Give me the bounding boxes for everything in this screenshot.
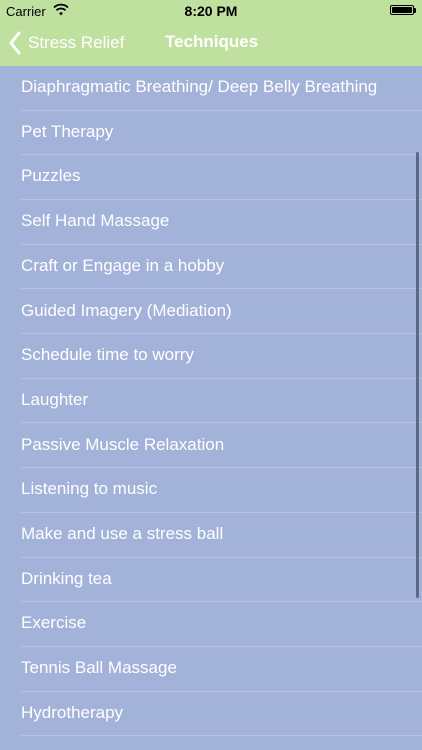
list-item-label: Schedule time to worry	[21, 345, 194, 365]
back-label: Stress Relief	[28, 33, 125, 52]
list-item[interactable]: Puzzles	[0, 155, 422, 200]
page-title: Techniques	[165, 32, 259, 51]
list-item-label: Passive Muscle Relaxation	[21, 434, 225, 454]
list-item[interactable]: Craft or Engage in a hobby	[0, 245, 422, 290]
list-item[interactable]: Tennis Ball Massage	[0, 647, 422, 692]
list-item-label: Listening to music	[21, 479, 158, 499]
list-item[interactable]: Schedule time to worry	[0, 334, 422, 379]
list-item-label: Puzzles	[21, 166, 81, 186]
list-item-label: Craft or Engage in a hobby	[21, 255, 225, 275]
list-item[interactable]: Laughter	[0, 379, 422, 424]
list-item-label: Make and use a stress ball	[21, 524, 224, 543]
list-item-label: Pet Therapy	[21, 121, 114, 141]
list-item[interactable]: Self Hand Massage	[0, 200, 422, 245]
top-bar: Carrier 8:20 PM Stress Relief Techniques	[0, 0, 422, 66]
navigation-bar: Stress Relief Techniques	[0, 20, 422, 66]
row-divider	[21, 735, 422, 737]
techniques-list: Diaphragmatic Breathing/ Deep Belly Brea…	[0, 66, 422, 750]
list-item-label: Exercise	[21, 613, 87, 633]
list-item[interactable]: Diaphragmatic Breathing/ Deep Belly Brea…	[0, 66, 422, 111]
list-item-label: Self Hand Massage	[21, 211, 170, 231]
status-bar: Carrier 8:20 PM	[0, 0, 422, 20]
list-item-label: Guided Imagery (Mediation)	[21, 300, 232, 320]
list-item[interactable]: Listening to music	[0, 468, 422, 513]
list-item[interactable]: Exercise	[0, 602, 422, 647]
scrollbar[interactable]	[416, 152, 419, 598]
list-item[interactable]: Pet Therapy	[0, 111, 422, 156]
list-item[interactable]: Passive Muscle Relaxation	[0, 424, 422, 469]
list-item-label: Tennis Ball Massage	[21, 658, 177, 678]
back-button[interactable]: Stress Relief	[8, 30, 124, 56]
status-time: 8:20 PM	[184, 3, 238, 19]
list-item[interactable]: Drinking tea	[0, 558, 422, 603]
list-item-label: Diaphragmatic Breathing/ Deep Belly Brea…	[21, 77, 378, 96]
list-item[interactable]: Guided Imagery (Mediation)	[0, 290, 422, 335]
chevron-left-icon	[9, 31, 21, 55]
list-item[interactable]: Hydrotherapy	[0, 692, 422, 737]
list-item-label: Drinking tea	[21, 568, 112, 588]
battery-icon	[390, 5, 416, 15]
list-item-label: Hydrotherapy	[21, 702, 124, 722]
list-item-label: Laughter	[21, 389, 89, 409]
list-item[interactable]: Make and use a stress ball	[0, 513, 422, 558]
